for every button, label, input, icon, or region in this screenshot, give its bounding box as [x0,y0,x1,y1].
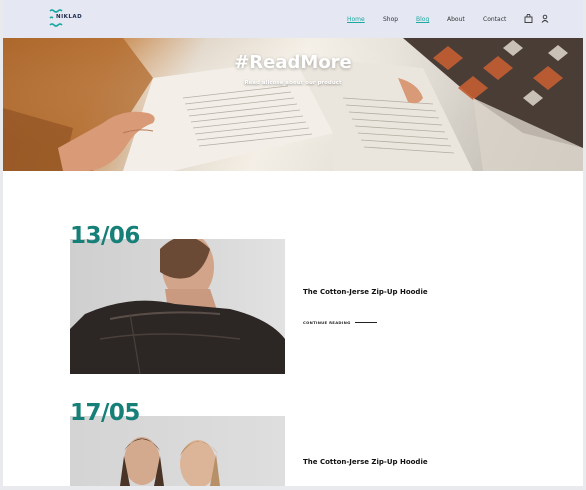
hero-subtitle: Read allcose about our product [244,80,342,86]
post-title[interactable]: The Cotton-Jerse Zip-Up Hoodie [303,288,428,296]
page: NIKLAD Home Shop Blog About Contact #Rea… [3,0,583,486]
shopping-bag-icon[interactable] [524,14,533,23]
nav-home[interactable]: Home [347,16,365,23]
model-photo [70,239,285,374]
nav-shop[interactable]: Shop [383,16,398,23]
logo-text: NIKLAD [56,14,83,20]
models-photo [120,437,220,486]
post-image[interactable] [70,416,285,486]
continue-reading-line [355,322,377,323]
hero-banner: #ReadMore Read allcose about our product [3,38,583,171]
nav-blog[interactable]: Blog [416,16,429,23]
post-date: 17/05 [70,400,140,426]
site-header: NIKLAD Home Shop Blog About Contact [3,0,583,38]
user-icon[interactable] [541,14,549,23]
post-date: 13/06 [70,223,140,249]
post-title[interactable]: The Cotton-Jerse Zip-Up Hoodie [303,458,428,466]
logo[interactable]: NIKLAD [48,8,93,30]
post-image[interactable] [70,239,285,374]
continue-reading-link[interactable]: CONTINUE READING [303,320,351,325]
nav-contact[interactable]: Contact [483,16,506,23]
nav-about[interactable]: About [447,16,465,23]
hero-title: #ReadMore [234,52,352,73]
